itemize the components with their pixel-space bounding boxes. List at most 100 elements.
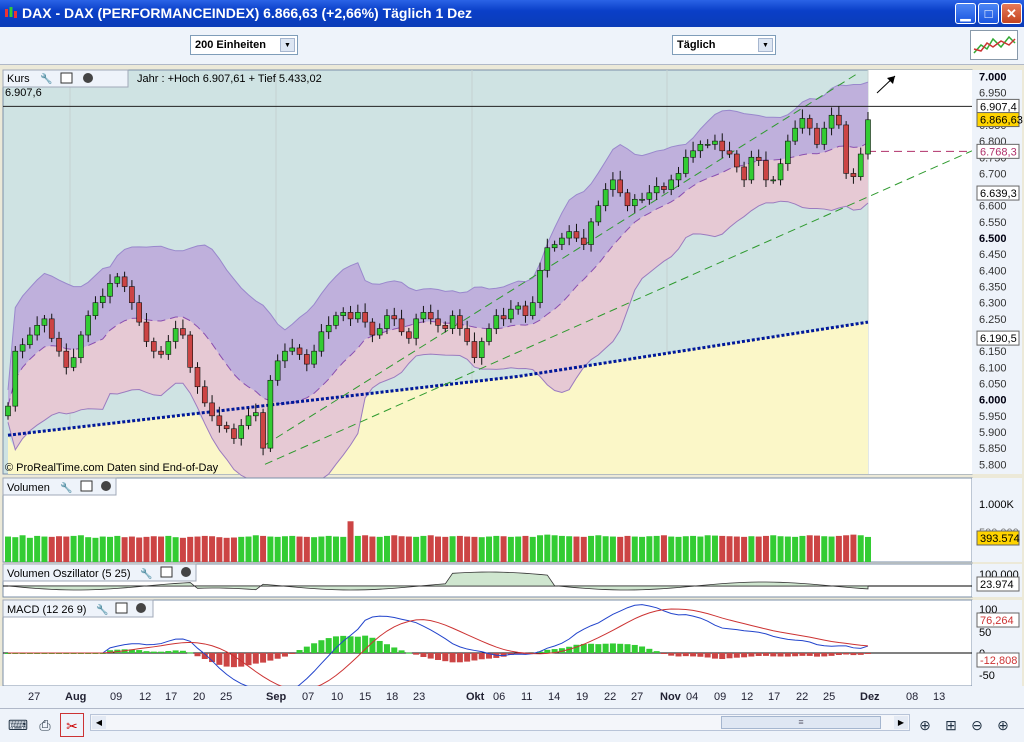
volume-bar bbox=[180, 538, 186, 562]
volume-bar bbox=[318, 537, 324, 562]
candle bbox=[239, 426, 244, 439]
scroll-left-button[interactable]: ◀ bbox=[92, 716, 106, 729]
x-axis-label: 22 bbox=[604, 691, 616, 703]
candle bbox=[727, 151, 732, 154]
volume-bar bbox=[413, 537, 419, 562]
candle bbox=[304, 354, 309, 364]
candle bbox=[691, 151, 696, 157]
volume-bar bbox=[304, 537, 310, 562]
volume-bar bbox=[668, 537, 674, 562]
candle bbox=[333, 316, 338, 326]
volume-bar bbox=[544, 535, 550, 562]
close-icon: ✕ bbox=[1006, 6, 1017, 21]
candle bbox=[654, 186, 659, 192]
x-axis-label: 12 bbox=[139, 691, 151, 703]
candle bbox=[632, 199, 637, 205]
macd-panel-label: MACD (12 26 9) bbox=[7, 604, 86, 616]
candle bbox=[479, 341, 484, 357]
macd-hist-bar bbox=[158, 652, 164, 653]
candle bbox=[202, 387, 207, 403]
macd-hist-bar bbox=[821, 653, 827, 656]
macd-hist-bar bbox=[384, 644, 390, 653]
candle bbox=[705, 144, 710, 145]
candle bbox=[508, 309, 513, 319]
volume-bar bbox=[231, 538, 237, 563]
candle bbox=[516, 306, 521, 309]
candle bbox=[282, 351, 287, 361]
macd-hist-bar bbox=[260, 653, 266, 663]
chevron-down-icon[interactable]: ▼ bbox=[758, 38, 773, 52]
horizontal-scrollbar[interactable]: ◀ ≡ ▶ bbox=[90, 714, 910, 731]
zoom-in-button[interactable]: ⊕ bbox=[991, 713, 1015, 737]
scissors-icon: ✂ bbox=[66, 718, 78, 734]
macd-hist-bar bbox=[406, 653, 412, 654]
candle bbox=[64, 351, 69, 367]
x-axis-label: 17 bbox=[768, 691, 780, 703]
units-select[interactable]: 200 Einheiten ▼ bbox=[190, 35, 298, 55]
keyboard-button[interactable]: ⌨ bbox=[6, 713, 30, 737]
macd-hist-bar bbox=[326, 638, 332, 653]
volume-bar bbox=[143, 537, 149, 562]
toolbar: 200 Einheiten ▼ Täglich ▼ bbox=[0, 27, 1024, 65]
candle bbox=[348, 312, 353, 318]
macd-hist-bar bbox=[297, 650, 303, 653]
candle bbox=[319, 332, 324, 351]
macd-hist-bar bbox=[829, 653, 835, 656]
candle bbox=[399, 319, 404, 332]
volume-bar bbox=[595, 535, 601, 562]
macd-hist-bar bbox=[318, 640, 324, 653]
chevron-down-icon[interactable]: ▼ bbox=[280, 38, 295, 52]
macd-hist-bar bbox=[355, 637, 361, 653]
window-title: DAX - DAX (PERFORMANCEINDEX) 6.866,63 (+… bbox=[22, 5, 472, 21]
macd-hist-bar bbox=[836, 653, 842, 655]
indicators-button[interactable] bbox=[970, 30, 1018, 60]
x-axis-label: Sep bbox=[266, 691, 286, 703]
keyboard-icon: ⌨ bbox=[8, 717, 28, 733]
price-tick-label: 6.700 bbox=[979, 168, 1007, 180]
macd-hist-bar bbox=[362, 636, 368, 653]
volume-bar bbox=[770, 535, 776, 562]
macd-tick-label: 50 bbox=[979, 627, 991, 639]
maximize-button[interactable]: □ bbox=[978, 3, 999, 24]
close-window-button[interactable]: ✕ bbox=[1001, 3, 1022, 24]
candle bbox=[552, 245, 557, 248]
volume-bar bbox=[836, 536, 842, 562]
volume-bar bbox=[355, 536, 361, 562]
printer-icon: ⎙ bbox=[39, 717, 50, 733]
delete-objects-button[interactable]: ✂ bbox=[60, 713, 84, 737]
macd-hist-bar bbox=[807, 653, 813, 656]
volume-bar bbox=[348, 521, 354, 562]
scrollbar-thumb[interactable]: ≡ bbox=[721, 716, 881, 729]
candle bbox=[851, 173, 856, 176]
indicators-icon bbox=[971, 31, 1017, 59]
minimize-button[interactable]: ▁ bbox=[955, 3, 976, 24]
x-axis-label: 09 bbox=[714, 691, 726, 703]
chart-area[interactable]: 7.0006.9506.9006.8506.8006.7506.7006.650… bbox=[0, 66, 1024, 708]
candle bbox=[720, 141, 725, 151]
candle bbox=[159, 351, 164, 354]
volume-tick-label: 1.000K bbox=[979, 499, 1015, 511]
x-axis-label: 15 bbox=[359, 691, 371, 703]
period-select[interactable]: Täglich ▼ bbox=[672, 35, 776, 55]
macd-hist-bar bbox=[624, 644, 630, 653]
scroll-right-button[interactable]: ▶ bbox=[894, 716, 908, 729]
zoom-fit-button[interactable]: ⊞ bbox=[939, 713, 963, 737]
zoom-out-button[interactable]: ⊖ bbox=[965, 713, 989, 737]
macd-hist-bar bbox=[428, 653, 434, 659]
volume-bar bbox=[573, 537, 579, 562]
volume-bar bbox=[340, 537, 346, 562]
candle bbox=[538, 270, 543, 302]
candle bbox=[217, 416, 222, 426]
volume-bar bbox=[479, 537, 485, 562]
zoom-range-button[interactable]: ⊕ bbox=[913, 713, 937, 737]
volume-bar bbox=[821, 536, 827, 562]
candle bbox=[610, 180, 615, 190]
candle bbox=[822, 128, 827, 144]
candle bbox=[450, 316, 455, 329]
close-panel-icon bbox=[83, 73, 93, 83]
price-marker-label: 6.866,63 bbox=[980, 115, 1023, 127]
volume-bar bbox=[333, 537, 339, 562]
price-tick-label: 5.950 bbox=[979, 411, 1007, 423]
chart-canvas[interactable]: 7.0006.9506.9006.8506.8006.7506.7006.650… bbox=[0, 66, 1024, 708]
print-button[interactable]: ⎙ bbox=[33, 713, 57, 737]
